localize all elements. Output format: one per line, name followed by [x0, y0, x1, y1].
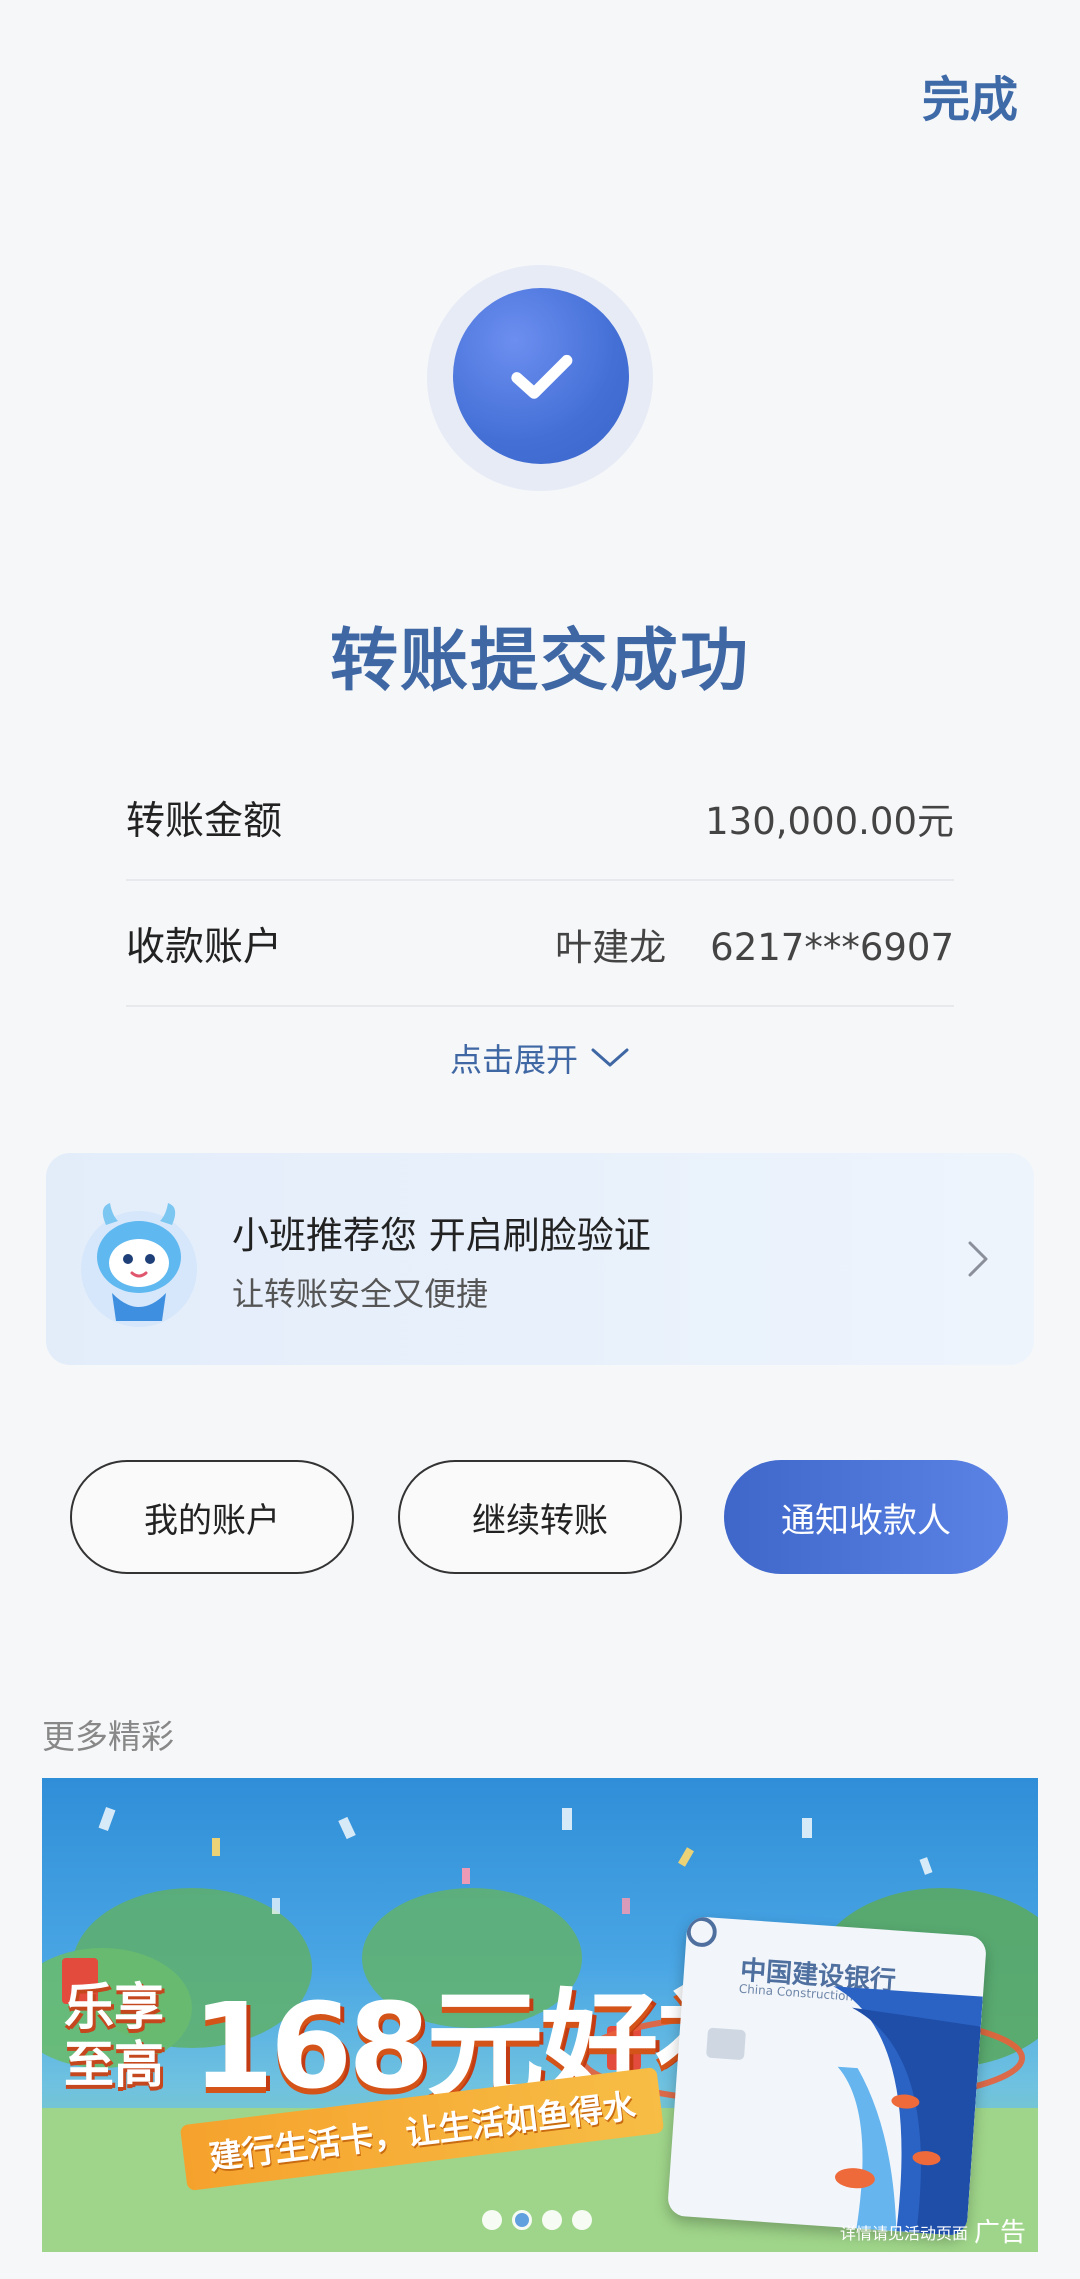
card-art	[833, 1986, 983, 2237]
carousel-dot[interactable]	[542, 2210, 562, 2230]
success-check-icon	[453, 288, 629, 464]
more-section-label: 更多精彩	[42, 1717, 174, 1756]
done-button[interactable]: 完成	[922, 60, 1018, 130]
payee-account: 6217***6907	[710, 926, 954, 969]
carousel-dot-active[interactable]	[512, 2210, 532, 2230]
amount-row: 转账金额 130,000.00元	[126, 757, 954, 881]
payee-label: 收款账户	[126, 925, 283, 970]
amount-value: 130,000.00元	[705, 800, 954, 843]
payee-name: 叶建龙	[555, 926, 667, 969]
expand-details-button[interactable]: 点击展开	[0, 1035, 1080, 1081]
chevron-right-icon	[968, 1241, 988, 1277]
notify-payee-button[interactable]: 通知收款人	[724, 1460, 1008, 1574]
carousel-dot[interactable]	[572, 2210, 592, 2230]
carousel-indicator	[482, 2210, 592, 2230]
promo-subtitle: 让转账安全又便捷	[232, 1275, 489, 1313]
payee-value: 叶建龙 6217***6907	[555, 917, 954, 971]
payee-row: 收款账户 叶建龙 6217***6907	[126, 883, 954, 1007]
promo-title: 小班推荐您 开启刷脸验证	[232, 1214, 651, 1257]
continue-transfer-button[interactable]: 继续转账	[398, 1460, 682, 1574]
banner-lexiang-text: 乐享至高	[64, 1978, 164, 2094]
banner-note: 详情请见活动页面	[839, 2224, 968, 2243]
face-verify-promo-card[interactable]: 小班推荐您 开启刷脸验证 让转账安全又便捷	[46, 1153, 1034, 1365]
my-account-button[interactable]: 我的账户	[70, 1460, 354, 1574]
ad-tag: 广告	[973, 2218, 1026, 2248]
bank-card-image: 中国建设银行 China Construction Bank	[666, 1915, 988, 2237]
chevron-down-icon	[591, 1048, 629, 1067]
mascot-icon	[81, 1203, 197, 1327]
status-title: 转账提交成功	[329, 622, 750, 701]
carousel-dot[interactable]	[482, 2210, 502, 2230]
amount-label: 转账金额	[126, 799, 283, 844]
expand-label: 点击展开	[449, 1041, 578, 1079]
promo-banner[interactable]: 乐享至高 168元好礼 建行生活卡，让生活如鱼得水 中国建设银行 China C…	[42, 1778, 1038, 2252]
